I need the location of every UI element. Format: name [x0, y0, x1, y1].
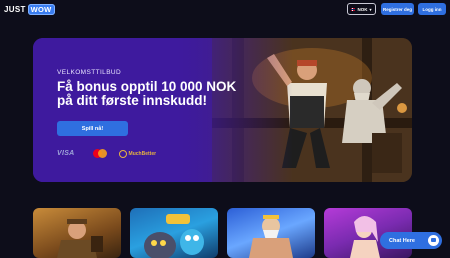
- monster-game-icon: [144, 214, 204, 258]
- logo-just-text: JUST: [4, 5, 26, 14]
- explorer-game-icon: [57, 219, 103, 258]
- currency-label: NOK: [357, 6, 368, 12]
- zeus-game-icon: [249, 215, 293, 258]
- chevron-down-icon: ▾: [369, 6, 372, 12]
- visa-logo: VISA: [57, 150, 75, 157]
- game-tile-1[interactable]: [33, 208, 121, 258]
- chat-bubble-icon: [428, 235, 439, 246]
- welcome-banner[interactable]: VELKOMSTTILBUD Få bonus opptil 10 000 NO…: [33, 38, 412, 182]
- bonus-headline: Få bonus opptil 10 000 NOK på ditt først…: [57, 80, 236, 108]
- logo-wow-badge: WOW: [27, 4, 55, 15]
- game-grid: [33, 208, 412, 258]
- game-tile-3[interactable]: [227, 208, 315, 258]
- currency-selector[interactable]: NOK ▾: [347, 3, 376, 15]
- banner-gradient-overlay: [33, 38, 293, 182]
- game-tile-2[interactable]: [130, 208, 218, 258]
- payment-methods: VISA MuchBetter: [57, 149, 156, 158]
- norway-flag-icon: [351, 7, 356, 11]
- welcome-offer-label: VELKOMSTTILBUD: [57, 69, 122, 76]
- muchbetter-label: MuchBetter: [128, 150, 157, 157]
- site-logo[interactable]: JUST WOW: [4, 4, 55, 15]
- chat-widget-button[interactable]: Chat Here: [380, 232, 442, 249]
- register-button[interactable]: Registrer deg: [381, 3, 414, 15]
- chat-label: Chat Here: [389, 237, 415, 244]
- bonus-headline-line1: Få bonus opptil 10 000 NOK: [57, 79, 237, 94]
- muchbetter-icon: [118, 149, 127, 158]
- play-now-button[interactable]: Spill nå!: [57, 121, 128, 136]
- muchbetter-logo: MuchBetter: [118, 149, 157, 158]
- mastercard-logo: [92, 149, 107, 158]
- top-header: JUST WOW NOK ▾ Registrer deg Logg inn: [0, 0, 450, 20]
- login-button[interactable]: Logg inn: [418, 3, 446, 15]
- bonus-headline-line2: på ditt første innskudd!: [57, 93, 207, 108]
